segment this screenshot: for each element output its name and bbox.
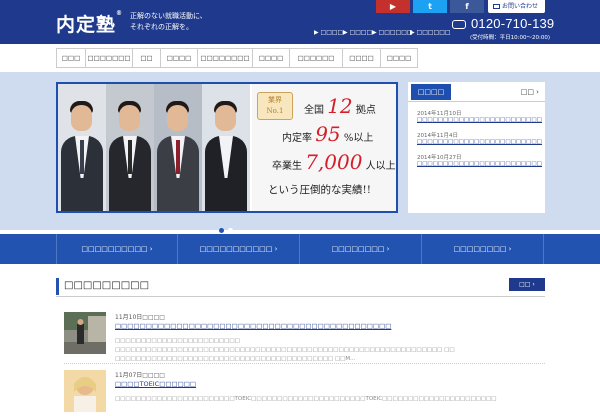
- staff-photo-4: [202, 84, 250, 211]
- news-date: 2014年10月27日: [417, 155, 462, 161]
- article-thumbnail[interactable]: [64, 312, 106, 354]
- news-more-link[interactable]: □□ ›: [521, 88, 539, 96]
- article-date: 11月07日□□□□: [115, 372, 165, 379]
- header-nav-item-3[interactable]: ▶ □□□□□□: [372, 29, 413, 36]
- news-link[interactable]: □□□□□□□□□□□□□□□□□□□□□□□□□□□□vol.5: [417, 117, 542, 123]
- header-nav-item-2[interactable]: ▶ □□□□: [343, 29, 372, 36]
- category-link-4[interactable]: □□□□□□□□ ›: [422, 234, 544, 264]
- tagline-line-2: それぞれの正解を。: [130, 23, 193, 31]
- news-link[interactable]: □□□□□□□□□□□□□□□□□□□□□□□□□□□□vol.3: [417, 161, 542, 167]
- section-accent: [56, 278, 59, 295]
- business-hours: (受付時間：平日10:00～20:00): [470, 35, 550, 41]
- phone-icon: [452, 20, 466, 29]
- slider-dot-1[interactable]: [219, 228, 224, 233]
- hero-line-3: 卒業生 7,000 人以上: [272, 150, 396, 174]
- registered-mark: ®: [116, 10, 124, 17]
- gnav-item-6[interactable]: □□□□: [253, 48, 290, 68]
- contact-label: お問い合わせ: [502, 3, 539, 10]
- industry-no1-badge: 業界 No.1: [257, 92, 293, 120]
- section-title: □□□□□□□□□: [64, 280, 150, 291]
- news-item: 2014年11月10日 □□□□□□□□□□□□□□□□□□□□□□□□□□□□…: [417, 109, 542, 123]
- news-item: 2014年10月27日 □□□□□□□□□□□□□□□□□□□□□□□□□□□□…: [417, 153, 542, 167]
- news-date: 2014年11月4日: [417, 133, 458, 139]
- gnav-item-8[interactable]: □□□□: [343, 48, 381, 68]
- staff-photo-1: [58, 84, 106, 211]
- twitter-icon: t: [428, 2, 432, 11]
- article-item: 11月10日□□□□ □□□□□□□□□□□□□□□□□□□□□□□□□□□□□…: [64, 312, 545, 362]
- logo-text: 内定塾: [56, 14, 117, 36]
- article-divider: [64, 363, 545, 364]
- article-item: 11月07日□□□□ □□□□TOEIC□□□□□□ □□□□□□□□□□□□□…: [64, 370, 545, 412]
- youtube-button[interactable]: ▶: [376, 0, 410, 13]
- gnav-item-7[interactable]: □□□□□□: [290, 48, 343, 68]
- hero-slider[interactable]: 業界 No.1 全国 12 拠点 内定率 95 %以上 卒業生 7,000 人以…: [56, 82, 398, 213]
- header-nav-item-4[interactable]: ▶ □□□□□□: [410, 29, 451, 36]
- gnav-item-3[interactable]: □□: [133, 48, 161, 68]
- news-item: 2014年11月4日 □□□□□□□□□□□□□□□□□□□□□□□□□□□□v…: [417, 131, 542, 145]
- hero-line-1: 全国 12 拠点: [304, 94, 376, 118]
- slider-dot-2[interactable]: [228, 228, 233, 233]
- category-bar: □□□□□□□□□□ › □□□□□□□□□□□ › □□□□□□□□ › □□…: [0, 234, 600, 264]
- gnav-item-9[interactable]: □□□□: [381, 48, 418, 68]
- contact-button[interactable]: お問い合わせ: [488, 0, 545, 13]
- staff-photo-2: [106, 84, 154, 211]
- news-date: 2014年11月10日: [417, 111, 462, 117]
- news-panel: □□□□ □□ › 2014年11月10日 □□□□□□□□□□□□□□□□□□…: [408, 82, 545, 213]
- section-header: □□□□□□□□□ □□ ›: [56, 278, 545, 297]
- article-thumbnail[interactable]: [64, 370, 106, 412]
- article-title[interactable]: □□□□□□□□□□□□□□□□□□□□□□□□□□□□□□□□□□□□□□□□…: [115, 322, 391, 330]
- site-logo[interactable]: 内定塾®: [56, 10, 123, 37]
- badge-line-1: 業界: [268, 96, 282, 104]
- phone-number[interactable]: 0120-710-139: [471, 16, 554, 31]
- hero-line-2: 内定率 95 %以上: [282, 122, 374, 146]
- facebook-button[interactable]: f: [450, 0, 484, 13]
- youtube-icon: ▶: [389, 2, 397, 11]
- gnav-item-4[interactable]: □□□□: [161, 48, 198, 68]
- header-nav-item-1[interactable]: ▶ □□□□: [314, 29, 343, 36]
- hero-line-4: という圧倒的な実績!!: [268, 184, 371, 196]
- staff-photo-3: [154, 84, 202, 211]
- gnav-item-2[interactable]: □□□□□□□: [86, 48, 133, 68]
- section-more-button[interactable]: □□ ›: [509, 278, 545, 291]
- gnav-item-1[interactable]: □□□: [57, 48, 86, 68]
- article-title[interactable]: □□□□TOEIC□□□□□□: [115, 380, 196, 388]
- article-excerpt: □□□□□□□□□□□□□□□□□□□□□□□□ □□□□□□□□□□□□□□□…: [115, 338, 455, 362]
- category-link-1[interactable]: □□□□□□□□□□ ›: [56, 234, 178, 264]
- news-title: □□□□: [411, 84, 451, 100]
- site-header: 内定塾® 正解のない就職活動に、 それぞれの正解を。 ▶ t f お問い合わせ …: [0, 0, 600, 44]
- article-date: 11月10日□□□□: [115, 314, 165, 321]
- global-nav: □□□ □□□□□□□ □□ □□□□ □□□□□□□□ □□□□ □□□□□□…: [56, 48, 418, 68]
- tagline-line-1: 正解のない就職活動に、: [130, 12, 207, 20]
- gnav-item-5[interactable]: □□□□□□□□: [198, 48, 253, 68]
- twitter-button[interactable]: t: [413, 0, 447, 13]
- badge-line-2: No.1: [266, 107, 284, 115]
- tagline: 正解のない就職活動に、 それぞれの正解を。: [130, 11, 207, 33]
- envelope-icon: [493, 4, 500, 9]
- facebook-icon: f: [465, 2, 469, 11]
- news-header: □□□□ □□ ›: [408, 82, 545, 102]
- hero-copy: 業界 No.1 全国 12 拠点 内定率 95 %以上 卒業生 7,000 人以…: [252, 84, 396, 211]
- category-link-2[interactable]: □□□□□□□□□□□ ›: [178, 234, 300, 264]
- news-link[interactable]: □□□□□□□□□□□□□□□□□□□□□□□□□□□□vol.4: [417, 139, 542, 145]
- category-link-3[interactable]: □□□□□□□□ ›: [300, 234, 422, 264]
